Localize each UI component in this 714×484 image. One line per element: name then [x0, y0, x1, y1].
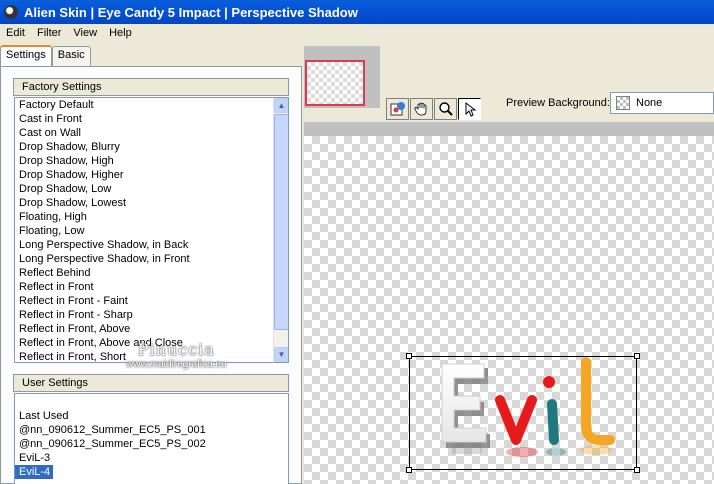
menu-filter[interactable]: Filter	[31, 27, 67, 39]
factory-item-label: Reflect in Front, Above	[19, 323, 131, 335]
user-item[interactable]: Last Used	[15, 409, 288, 423]
factory-item[interactable]: Cast in Front	[15, 112, 288, 126]
factory-item-label: Drop Shadow, Blurry	[19, 141, 120, 153]
factory-item[interactable]: Factory Default	[15, 98, 288, 112]
preview-canvas[interactable]	[304, 136, 714, 484]
preview-ruler	[304, 122, 714, 136]
selection-box[interactable]	[406, 353, 640, 473]
user-item-label: @nn_090612_Summer_EC5_PS_001	[19, 424, 206, 436]
user-settings-header: User Settings	[13, 374, 289, 392]
factory-item-label: Drop Shadow, Lowest	[19, 197, 127, 209]
factory-item[interactable]: Long Perspective Shadow, in Front	[15, 252, 288, 266]
preview-background-icon[interactable]	[386, 98, 409, 120]
preview-background-value: None	[636, 97, 663, 109]
settings-tabs: Settings Basic	[0, 45, 91, 66]
factory-item[interactable]: Reflect in Front - Sharp	[15, 308, 288, 322]
factory-item[interactable]: Cast on Wall	[15, 126, 288, 140]
scroll-down-icon[interactable]: ▼	[274, 347, 288, 362]
resize-handle-tr[interactable]	[634, 353, 640, 359]
navigator-thumbnail[interactable]	[305, 60, 365, 106]
factory-item[interactable]: Reflect in Front, Above	[15, 322, 288, 336]
menu-help[interactable]: Help	[103, 27, 138, 39]
factory-item[interactable]: Reflect in Front - Faint	[15, 294, 288, 308]
factory-item-label: Factory Default	[19, 99, 94, 111]
alien-skin-app-icon	[4, 5, 18, 19]
factory-item[interactable]: Floating, Low	[15, 224, 288, 238]
factory-scrollbar[interactable]: ▲ ▼	[273, 98, 288, 362]
factory-item[interactable]: Long Perspective Shadow, in Back	[15, 238, 288, 252]
tab-basic[interactable]: Basic	[51, 46, 91, 66]
factory-item-label: Reflect in Front - Sharp	[19, 309, 133, 321]
factory-item[interactable]: Drop Shadow, Blurry	[15, 140, 288, 154]
resize-handle-tl[interactable]	[406, 353, 412, 359]
transparency-swatch-icon	[616, 96, 630, 110]
hand-pan-icon[interactable]	[410, 98, 433, 120]
window-title: Alien Skin | Eye Candy 5 Impact | Perspe…	[24, 4, 358, 20]
factory-item-label: Floating, Low	[19, 225, 85, 237]
scroll-up-icon[interactable]: ▲	[274, 98, 288, 113]
factory-item-label: Long Perspective Shadow, in Front	[19, 253, 190, 265]
menu-bar: Edit Filter View Help	[0, 24, 714, 42]
factory-item-label: Cast on Wall	[19, 127, 81, 139]
user-item-label: Last Used	[19, 410, 69, 422]
user-item[interactable]: EviL-4	[15, 465, 288, 479]
tab-settings[interactable]: Settings	[0, 45, 52, 66]
factory-item-label: Reflect in Front - Faint	[19, 295, 128, 307]
factory-item[interactable]: Floating, High	[15, 210, 288, 224]
user-item-label: EviL-4	[15, 465, 54, 479]
user-item-label: EviL-3	[19, 452, 51, 464]
user-settings-items: Last Used @nn_090612_Summer_EC5_PS_001 @nn…	[15, 409, 288, 479]
factory-settings-list[interactable]: Factory Default Cast in Front Cast on Wall…	[14, 97, 289, 363]
factory-item[interactable]: Drop Shadow, Higher	[15, 168, 288, 182]
menu-view[interactable]: View	[67, 27, 103, 39]
factory-item[interactable]: Drop Shadow, Low	[15, 182, 288, 196]
user-item[interactable]: @nn_090612_Summer_EC5_PS_001	[15, 423, 288, 437]
user-settings-list[interactable]: Last Used @nn_090612_Summer_EC5_PS_001 @nn…	[14, 393, 289, 484]
factory-item[interactable]: Drop Shadow, Lowest	[15, 196, 288, 210]
factory-item[interactable]: Reflect in Front	[15, 280, 288, 294]
factory-item-label: Drop Shadow, Higher	[19, 169, 124, 181]
resize-handle-bl[interactable]	[406, 467, 412, 473]
factory-item-label: Long Perspective Shadow, in Back	[19, 239, 189, 251]
factory-settings-items: Factory Default Cast in Front Cast on Wall…	[15, 98, 288, 362]
factory-item-label: Drop Shadow, Low	[19, 183, 112, 195]
watermark-site: www.maidiregrafica.eu	[126, 359, 227, 370]
factory-item-label: Reflect Behind	[19, 267, 91, 279]
zoom-icon[interactable]	[434, 98, 457, 120]
menu-edit[interactable]: Edit	[0, 27, 31, 39]
factory-item-label: Cast in Front	[19, 113, 82, 125]
settings-panel: Factory Settings Factory Default Cast in …	[0, 66, 302, 484]
factory-settings-header: Factory Settings	[13, 78, 289, 96]
preview-toolbar	[386, 98, 481, 120]
preview-background-select[interactable]: None	[610, 92, 714, 114]
resize-handle-br[interactable]	[634, 467, 640, 473]
factory-item[interactable]: Drop Shadow, High	[15, 154, 288, 168]
factory-item[interactable]: Reflect Behind	[15, 266, 288, 280]
user-item[interactable]: EviL-3	[15, 451, 288, 465]
title-bar: Alien Skin | Eye Candy 5 Impact | Perspe…	[0, 0, 714, 24]
pointer-icon[interactable]	[458, 98, 481, 120]
preview-background-label: Preview Background:	[506, 97, 610, 109]
watermark-name: Pinuccia	[137, 340, 215, 359]
scroll-thumb[interactable]	[274, 114, 288, 330]
factory-item-label: Floating, High	[19, 211, 87, 223]
watermark: Pinuccia www.maidiregrafica.eu	[126, 340, 227, 370]
factory-item-label: Drop Shadow, High	[19, 155, 114, 167]
factory-item-label: Reflect in Front	[19, 281, 94, 293]
user-item[interactable]: @nn_090612_Summer_EC5_PS_002	[15, 437, 288, 451]
user-item-label: @nn_090612_Summer_EC5_PS_002	[19, 438, 206, 450]
